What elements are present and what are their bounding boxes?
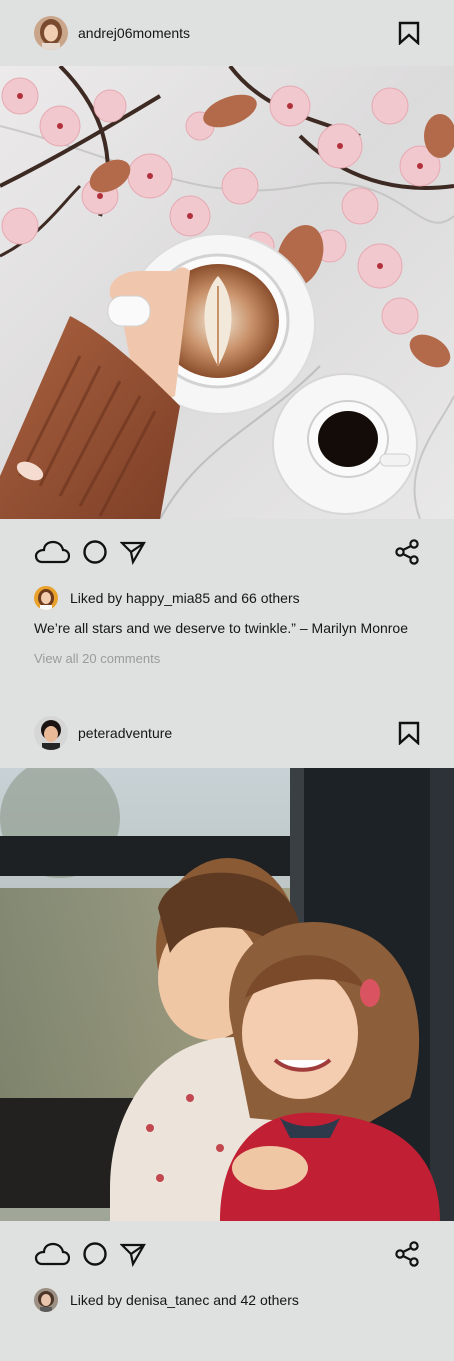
avatar[interactable] [34,16,68,50]
share-icon[interactable] [394,539,420,565]
bookmark-icon[interactable] [398,21,420,45]
likes-row: Liked by happy_mia85 and 66 others [0,585,454,611]
liker-avatar[interactable] [34,586,58,610]
post-actions [0,519,454,585]
post-header: andrej06moments [0,0,454,66]
bookmark-icon[interactable] [398,721,420,745]
cloud-icon[interactable] [34,1241,70,1267]
send-icon[interactable] [120,1241,146,1267]
children-train-photo [0,768,454,1221]
likes-row: Liked by denisa_tanec and 42 others [0,1287,454,1313]
cloud-icon[interactable] [34,539,70,565]
liker-username[interactable]: denisa_tanec [126,1292,209,1308]
likes-text: Liked by happy_mia85 and 66 others [70,590,300,606]
share-icon[interactable] [394,1241,420,1267]
likes-text: Liked by denisa_tanec and 42 others [70,1292,299,1308]
view-comments-link[interactable]: View all 20 comments [0,651,454,666]
coffee-photo [0,66,454,519]
post-photo[interactable] [0,66,454,519]
post-1: andrej06moments Liked by happy_mia85 and… [0,0,454,666]
post-caption: We’re all stars and we deserve to twinkl… [34,620,409,636]
circle-icon[interactable] [82,539,108,565]
post-2: peteradventure Liked by denisa_tanec and… [0,698,454,1313]
send-icon[interactable] [120,539,146,565]
post-photo[interactable] [0,768,454,1221]
avatar[interactable] [34,716,68,750]
circle-icon[interactable] [82,1241,108,1267]
post-header: peteradventure [0,698,454,768]
username[interactable]: peteradventure [78,725,172,741]
post-actions [0,1221,454,1287]
username[interactable]: andrej06moments [78,25,190,41]
liker-avatar[interactable] [34,1288,58,1312]
liker-username[interactable]: happy_mia85 [126,590,210,606]
